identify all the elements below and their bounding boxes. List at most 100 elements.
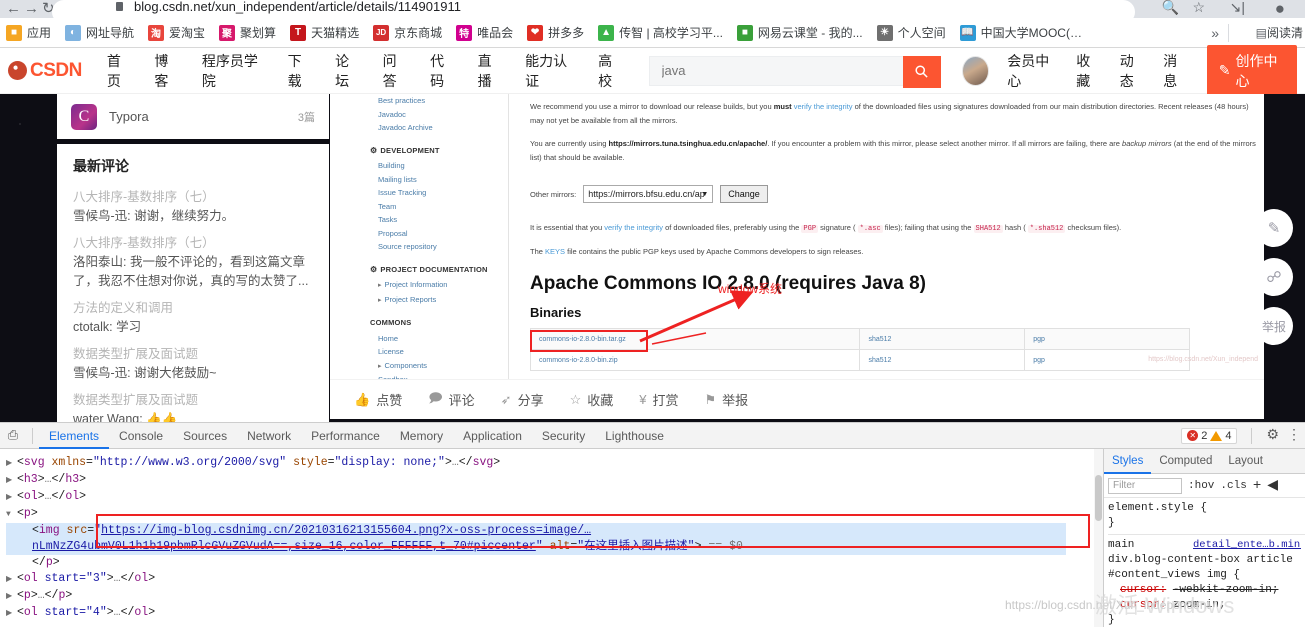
dom-line-svg[interactable]: ▶ <svg xmlns="http://www.w3.org/2000/svg"…	[6, 455, 1103, 472]
apache-link-tasks[interactable]: Tasks	[370, 213, 500, 227]
activity-link[interactable]: 动态	[1120, 51, 1146, 91]
csdn-search-box[interactable]	[648, 55, 941, 88]
apache-link-license[interactable]: License	[370, 345, 500, 359]
apache-link-issue-tracking[interactable]: Issue Tracking	[370, 186, 500, 200]
forward-arrow-icon[interactable]: →	[24, 0, 39, 18]
nav-link-forum[interactable]: 论坛	[335, 51, 361, 91]
expand-arrow-icon[interactable]: ▶	[6, 473, 17, 489]
expand-arrow-icon[interactable]: ▶	[6, 589, 17, 605]
csdn-logo[interactable]: CSDN	[8, 60, 82, 82]
binary-sig-link[interactable]: pgp	[1024, 328, 1190, 350]
dom-line-h3[interactable]: ▶ <h3>…</h3>	[6, 472, 1103, 489]
tab-computed[interactable]: Computed	[1151, 449, 1220, 474]
apache-link-project-reports[interactable]: Project Reports	[370, 293, 500, 308]
styles-filter-input[interactable]: Filter	[1108, 477, 1182, 494]
dom-line-p2[interactable]: ▶ <p>…</p>	[6, 588, 1103, 605]
bookmark-netease[interactable]: ■ 网易云课堂 - 我的...	[736, 24, 863, 41]
binary-hash-link[interactable]: sha512	[859, 328, 1026, 350]
expand-arrow-icon[interactable]: ▶	[6, 490, 17, 506]
tab-security[interactable]: Security	[532, 423, 595, 449]
nav-link-cert[interactable]: 能力认证	[525, 51, 576, 91]
bookmark-tmall[interactable]: T 天猫精选	[290, 24, 359, 41]
keys-link[interactable]: KEYS	[545, 247, 565, 256]
table-row[interactable]: commons-io-2.8.0-bin.zip sha512 pgp	[529, 349, 1190, 371]
create-center-button[interactable]: ✎ 创作中心	[1206, 44, 1297, 97]
apache-link-javadoc[interactable]: Javadoc	[370, 108, 500, 122]
rule-content-views-img[interactable]: detail_ente…b.min.css main div.blog-cont…	[1108, 534, 1305, 627]
expand-arrow-icon[interactable]: ▶	[6, 456, 17, 472]
new-style-rule-button[interactable]: +	[1253, 478, 1261, 494]
share-button[interactable]: ➶ 分享	[501, 390, 544, 409]
collapse-arrow-icon[interactable]: ▼	[6, 507, 17, 523]
apache-link-javadoc-archive[interactable]: Javadoc Archive	[370, 121, 500, 135]
tab-styles[interactable]: Styles	[1104, 449, 1151, 474]
profile-icon[interactable]: ●	[1275, 0, 1285, 19]
apache-link-mailing-lists[interactable]: Mailing lists	[370, 173, 500, 187]
bookmark-qzone[interactable]: ☀ 个人空间	[876, 24, 946, 41]
bookmark-juhuasuan[interactable]: 聚 聚划算	[219, 24, 276, 41]
reading-list-button[interactable]: ▤ 阅读清	[1255, 24, 1303, 41]
avatar[interactable]	[961, 55, 990, 86]
tab-performance[interactable]: Performance	[301, 423, 390, 449]
apache-link-components[interactable]: Components	[370, 359, 500, 374]
favorite-button[interactable]: ☆ 收藏	[570, 390, 614, 409]
reward-button[interactable]: ¥ 打赏	[639, 390, 678, 409]
nav-link-home[interactable]: 首页	[107, 51, 133, 91]
bookmark-czbk[interactable]: ▲ 传智 | 高校学习平...	[598, 24, 723, 41]
list-item[interactable]: 数据类型扩展及面试题 water Wang: 👍👍	[73, 391, 313, 422]
cls-toggle[interactable]: .cls	[1220, 480, 1246, 492]
bookmark-taobao[interactable]: 淘 爱淘宝	[148, 24, 205, 41]
settings-gear-icon[interactable]: ⚙	[1266, 427, 1279, 444]
apache-link-project-information[interactable]: Project Information	[370, 278, 500, 293]
apache-link-source-repo[interactable]: Source repository	[370, 240, 500, 254]
search-input[interactable]	[649, 62, 903, 79]
verify-integrity-link-1[interactable]: verify the integrity	[792, 102, 855, 111]
tab-application[interactable]: Application	[453, 423, 532, 449]
comment-button[interactable]: 🗩 评论	[428, 389, 474, 411]
rule-element-style[interactable]: element.style { }	[1108, 501, 1305, 531]
print-media-button[interactable]: ◀	[1267, 477, 1278, 494]
apache-link-team[interactable]: Team	[370, 200, 500, 214]
nav-link-blog[interactable]: 博客	[154, 51, 180, 91]
nav-link-college[interactable]: 高校	[598, 51, 624, 91]
list-item[interactable]: 数据类型扩展及面试题 雪候鸟-迅: 谢谢大佬鼓励~	[73, 345, 313, 383]
report-button[interactable]: ⚑ 举报	[705, 390, 749, 409]
dom-scrollbar[interactable]	[1094, 449, 1103, 627]
article-embedded-image[interactable]: Best practices Javadoc Javadoc Archive D…	[330, 94, 1264, 379]
apache-link-building[interactable]: Building	[370, 159, 500, 173]
bookmark-jd[interactable]: JD 京东商城	[373, 24, 442, 41]
nav-link-live[interactable]: 直播	[478, 51, 504, 91]
dom-line-p-close[interactable]: </p>	[6, 555, 1103, 571]
nav-link-download[interactable]: 下载	[288, 51, 314, 91]
bookmarks-overflow-icon[interactable]: »	[1211, 25, 1219, 41]
bookmark-pdd[interactable]: ❤ 拼多多	[527, 24, 584, 41]
search-icon[interactable]: 🔍	[1162, 0, 1179, 16]
tab-network[interactable]: Network	[237, 423, 301, 449]
tab-memory[interactable]: Memory	[390, 423, 453, 449]
bookmark-nav[interactable]: ◐ 网址导航	[65, 24, 134, 41]
bookmark-apps[interactable]: ■ 应用	[6, 24, 51, 41]
dom-scrollbar-thumb[interactable]	[1095, 475, 1102, 521]
mirror-select[interactable]: https://mirrors.bfsu.edu.cn/ap ▼	[583, 185, 714, 203]
tab-elements[interactable]: Elements	[39, 423, 109, 449]
tab-layout[interactable]: Layout	[1220, 449, 1271, 474]
member-center-link[interactable]: 会员中心	[1007, 51, 1058, 91]
report-float-button[interactable]: 举报	[1255, 307, 1293, 345]
apache-link-proposal[interactable]: Proposal	[370, 227, 500, 241]
like-button[interactable]: 👍 点赞	[354, 390, 402, 409]
back-arrow-icon[interactable]: ←	[6, 0, 21, 18]
dom-line-ol4[interactable]: ▶ <ol start="4">…</ol>	[6, 605, 1103, 622]
list-item[interactable]: 方法的定义和调用 ctotalk: 学习	[73, 299, 313, 337]
expand-arrow-icon[interactable]: ▶	[6, 572, 17, 588]
apache-link-home[interactable]: Home	[370, 332, 500, 346]
tab-console[interactable]: Console	[109, 423, 173, 449]
dom-line-ol[interactable]: ▶ <ol>…</ol>	[6, 489, 1103, 506]
support-button[interactable]: ☍	[1255, 258, 1293, 296]
bookmark-vip[interactable]: 特 唯品会	[456, 24, 513, 41]
rule-source-link[interactable]: detail_ente…b.min.css	[1193, 538, 1301, 553]
sidebar-category-typora[interactable]: C Typora 3篇	[57, 94, 329, 139]
expand-arrow-icon[interactable]: ▶	[6, 606, 17, 622]
rule-prop-1[interactable]: cursor: -webkit-zoom-in;	[1108, 583, 1305, 598]
nav-link-qa[interactable]: 问答	[383, 51, 409, 91]
search-button[interactable]	[902, 55, 941, 88]
